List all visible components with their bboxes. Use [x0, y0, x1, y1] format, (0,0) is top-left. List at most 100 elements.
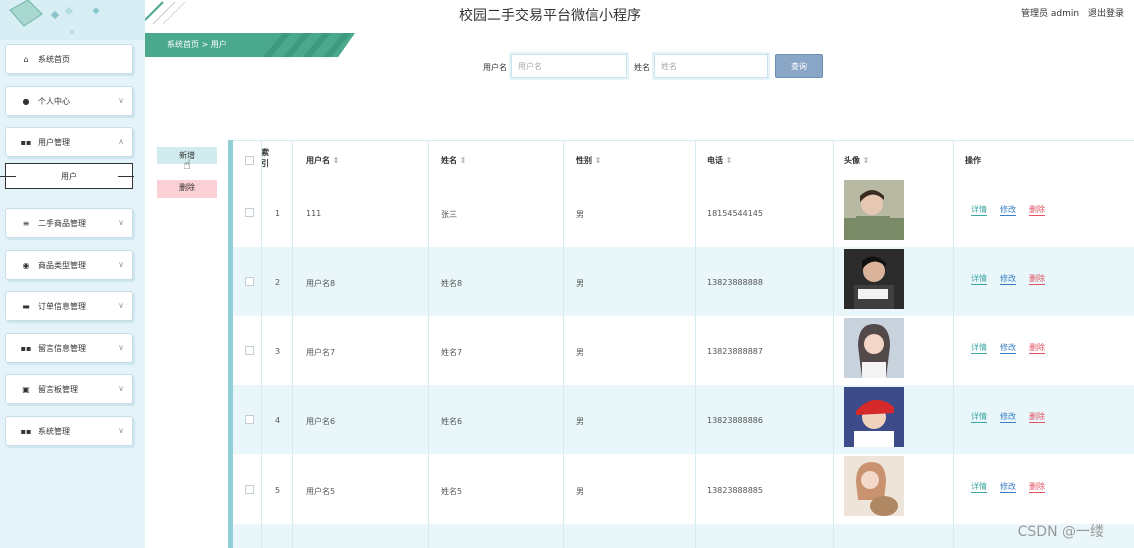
cell-name: 张三	[441, 210, 457, 219]
cell-username: 用户名6	[306, 417, 336, 426]
cell-phone: 13823888887	[707, 347, 763, 356]
sidebar-item-profile[interactable]: ● 个人中心 ∨	[5, 86, 133, 116]
avatar	[844, 456, 904, 516]
chevron-down-icon: ∨	[118, 218, 124, 227]
chevron-down-icon: ∨	[118, 384, 124, 393]
header-username[interactable]: 用户名 ⇕	[306, 155, 340, 166]
user-table: 索引 用户名 ⇕ 姓名 ⇕ 性别 ⇕ 电话 ⇕ 头像 ⇕ 操作 1 111 张三…	[228, 140, 1134, 548]
breadcrumb-current: 用户	[210, 40, 227, 49]
sidebar-item-label: 留言信息管理	[38, 343, 86, 353]
sort-icon: ⇕	[594, 156, 602, 165]
sidebar-subitem-users[interactable]: 用户	[5, 163, 133, 189]
cell-name: 姓名8	[441, 279, 463, 288]
sidebar-item-home[interactable]: ⌂ 系统首页	[5, 44, 133, 74]
detail-link[interactable]: 详情	[971, 342, 987, 354]
cell-index: 1	[275, 209, 281, 218]
delete-link[interactable]: 删除	[1029, 411, 1045, 423]
sidebar-item-messages[interactable]: ▪▪ 留言信息管理 ∨	[5, 333, 133, 363]
user-icon: ●	[22, 96, 30, 106]
row-checkbox[interactable]	[245, 208, 254, 217]
print-icon: ▣	[22, 384, 30, 394]
active-marker-right	[118, 176, 134, 177]
delete-link[interactable]: 删除	[1029, 204, 1045, 216]
row-checkbox[interactable]	[245, 415, 254, 424]
row-checkbox[interactable]	[245, 346, 254, 355]
sidebar-item-goods[interactable]: ≡ 二手商品管理 ∨	[5, 208, 133, 238]
sidebar-item-system[interactable]: ▪▪ 系统管理 ∨	[5, 416, 133, 446]
table-row: 2 用户名8 姓名8 男 13823888888 详情 修改 删除	[233, 247, 1134, 316]
detail-link[interactable]: 详情	[971, 204, 987, 216]
avatar	[844, 249, 904, 309]
sidebar-item-label: 系统管理	[38, 426, 70, 436]
sort-icon: ⇕	[862, 156, 870, 165]
sidebar-item-orders[interactable]: ▬ 订单信息管理 ∨	[5, 291, 133, 321]
header-gender[interactable]: 性别 ⇕	[576, 155, 602, 166]
row-checkbox[interactable]	[245, 485, 254, 494]
delete-link[interactable]: 删除	[1029, 273, 1045, 285]
header-name[interactable]: 姓名 ⇕	[441, 155, 467, 166]
table-row: 4 用户名6 姓名6 男 13823888886 详情 修改 删除	[233, 385, 1134, 454]
cell-username: 用户名7	[306, 348, 336, 357]
delete-link[interactable]: 删除	[1029, 481, 1045, 493]
table-row: 5 用户名5 姓名5 男 13823888885 详情 修改 删除	[233, 454, 1134, 524]
sidebar-item-goods-type[interactable]: ◉ 商品类型管理 ∨	[5, 250, 133, 280]
sidebar: ⌂ 系统首页 ● 个人中心 ∨ ▪▪ 用户管理 ∧ 用户 ≡ 二手商品管理 ∨ …	[0, 0, 145, 548]
name-search-input[interactable]: 姓名	[654, 54, 768, 78]
header-username-text: 用户名	[306, 156, 330, 165]
username-search-input[interactable]: 用户名	[511, 54, 627, 78]
delete-button[interactable]: 删除	[157, 180, 217, 198]
header-phone[interactable]: 电话 ⇕	[707, 155, 733, 166]
row-checkbox[interactable]	[245, 277, 254, 286]
username-label: 用户名	[483, 63, 507, 72]
sidebar-item-label: 二手商品管理	[38, 218, 86, 228]
edit-link[interactable]: 修改	[1000, 342, 1016, 354]
sidebar-item-label: 个人中心	[38, 96, 70, 106]
cell-name: 姓名6	[441, 417, 463, 426]
hand-cursor-icon: ☝	[183, 158, 191, 173]
cell-gender: 男	[576, 210, 584, 219]
cell-phone: 13823888888	[707, 278, 763, 287]
column-divider	[563, 140, 564, 548]
grid-icon: ▪▪	[20, 137, 32, 147]
breadcrumb-home[interactable]: 系统首页	[167, 40, 199, 49]
chevron-down-icon: ∨	[118, 96, 124, 105]
sidebar-item-board[interactable]: ▣ 留言板管理 ∨	[5, 374, 133, 404]
edit-link[interactable]: 修改	[1000, 411, 1016, 423]
edit-link[interactable]: 修改	[1000, 204, 1016, 216]
grid-icon: ▪▪	[20, 426, 32, 436]
column-divider	[695, 140, 696, 548]
sort-icon: ⇕	[459, 156, 467, 165]
watermark: CSDN @一缕	[1017, 524, 1104, 540]
sidebar-item-label: 商品类型管理	[38, 260, 86, 270]
sidebar-item-label: 订单信息管理	[38, 301, 86, 311]
column-divider	[833, 140, 834, 548]
select-all-checkbox[interactable]	[245, 156, 254, 165]
chevron-down-icon: ∨	[118, 426, 124, 435]
avatar	[844, 180, 904, 240]
cell-username: 用户名8	[306, 279, 336, 288]
logo-decoration	[0, 0, 145, 40]
header-index: 索引	[261, 148, 269, 168]
sidebar-item-user-management[interactable]: ▪▪ 用户管理 ∧	[5, 127, 133, 157]
edit-link[interactable]: 修改	[1000, 273, 1016, 285]
breadcrumb-text: 系统首页 > 用户	[167, 39, 227, 50]
detail-link[interactable]: 详情	[971, 273, 987, 285]
cell-gender: 男	[576, 279, 584, 288]
logout-link[interactable]: 退出登录	[1088, 9, 1124, 19]
sort-icon: ⇕	[332, 156, 340, 165]
list-icon: ≡	[22, 218, 30, 228]
detail-link[interactable]: 详情	[971, 411, 987, 423]
active-marker-left	[0, 176, 16, 177]
cell-index: 2	[275, 278, 281, 287]
header-ops: 操作	[965, 156, 981, 165]
delete-link[interactable]: 删除	[1029, 342, 1045, 354]
search-button[interactable]: 查询	[775, 54, 823, 78]
table-header-row: 索引 用户名 ⇕ 姓名 ⇕ 性别 ⇕ 电话 ⇕ 头像 ⇕ 操作	[233, 140, 1134, 180]
edit-link[interactable]: 修改	[1000, 481, 1016, 493]
cell-gender: 男	[576, 487, 584, 496]
sort-icon: ⇕	[725, 156, 733, 165]
header-avatar[interactable]: 头像 ⇕	[844, 155, 870, 166]
page-title: 校园二手交易平台微信小程序	[459, 8, 641, 24]
detail-link[interactable]: 详情	[971, 481, 987, 493]
chevron-down-icon: ∨	[118, 301, 124, 310]
